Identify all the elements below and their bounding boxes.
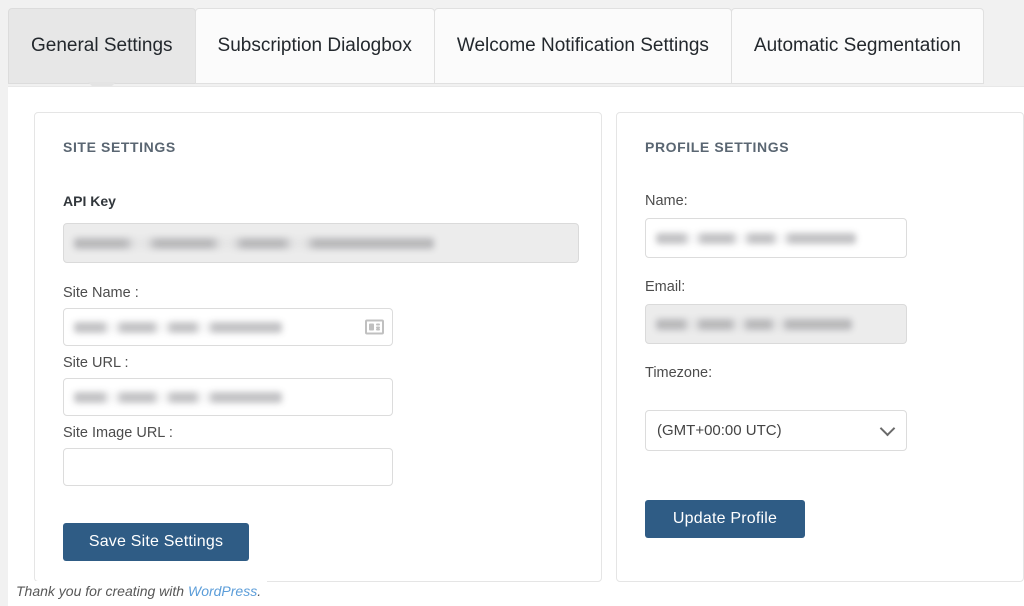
timezone-selected-value: (GMT+00:00 UTC) <box>657 422 782 439</box>
site-name-field-block: Site Name : <box>63 285 579 346</box>
timezone-spacer <box>645 390 1001 410</box>
save-site-settings-button[interactable]: Save Site Settings <box>63 523 249 561</box>
profile-name-label: Name: <box>645 193 1001 209</box>
footer-text-after: . <box>257 583 261 599</box>
profile-email-redacted-value <box>656 319 852 330</box>
site-image-url-label: Site Image URL : <box>63 425 579 441</box>
autofill-contact-card-icon[interactable] <box>365 320 384 335</box>
site-url-input[interactable] <box>63 378 393 416</box>
profile-name-redacted-value <box>656 233 856 244</box>
tab-label: General Settings <box>31 35 173 57</box>
wordpress-link[interactable]: WordPress <box>188 583 257 599</box>
tab-automatic-segmentation[interactable]: Automatic Segmentation <box>731 8 984 84</box>
api-key-redacted-value <box>74 238 434 249</box>
site-settings-title: SITE SETTINGS <box>63 139 579 155</box>
profile-email-label: Email: <box>645 279 1001 295</box>
profile-name-input[interactable] <box>645 218 907 258</box>
profile-email-input[interactable] <box>645 304 907 344</box>
site-url-label: Site URL : <box>63 355 579 371</box>
profile-timezone-label: Timezone: <box>645 365 1001 381</box>
settings-content-area: SITE SETTINGS API Key Site Name : <box>8 86 1024 606</box>
profile-name-field-block: Name: <box>645 193 1001 258</box>
tab-general-settings[interactable]: General Settings <box>8 8 196 84</box>
site-image-url-input[interactable] <box>63 448 393 486</box>
site-url-redacted-value <box>74 392 282 403</box>
site-name-input-wrapper <box>63 308 393 346</box>
api-key-input[interactable] <box>63 223 579 263</box>
profile-timezone-field-block: Timezone: (GMT+00:00 UTC) <box>645 365 1001 451</box>
tab-welcome-notification-settings[interactable]: Welcome Notification Settings <box>434 8 732 84</box>
tab-label: Subscription Dialogbox <box>218 35 412 57</box>
profile-settings-panel: PROFILE SETTINGS Name: Email: Ti <box>616 112 1024 582</box>
tab-label: Welcome Notification Settings <box>457 35 709 57</box>
timezone-select[interactable]: (GMT+00:00 UTC) <box>645 410 907 451</box>
timezone-select-wrapper: (GMT+00:00 UTC) <box>645 410 907 451</box>
site-settings-panel: SITE SETTINGS API Key Site Name : <box>34 112 602 582</box>
site-image-url-field-block: Site Image URL : <box>63 425 579 486</box>
tab-label: Automatic Segmentation <box>754 35 961 57</box>
profile-email-field-block: Email: <box>645 279 1001 344</box>
settings-tab-bar: General Settings Subscription Dialogbox … <box>8 0 1024 86</box>
footer-credit: Thank you for creating with WordPress. <box>8 581 267 601</box>
profile-email-input-wrapper <box>645 304 907 344</box>
api-key-label: API Key <box>63 193 579 209</box>
profile-name-input-wrapper <box>645 218 907 258</box>
site-image-url-input-wrapper <box>63 448 393 486</box>
settings-panels: SITE SETTINGS API Key Site Name : <box>34 112 1024 582</box>
site-name-input[interactable] <box>63 308 393 346</box>
site-name-redacted-value <box>74 322 282 333</box>
footer-text-before: Thank you for creating with <box>16 583 188 599</box>
tab-subscription-dialogbox[interactable]: Subscription Dialogbox <box>195 8 435 84</box>
update-profile-button[interactable]: Update Profile <box>645 500 805 538</box>
site-url-input-wrapper <box>63 378 393 416</box>
profile-settings-title: PROFILE SETTINGS <box>645 139 1001 155</box>
site-name-label: Site Name : <box>63 285 579 301</box>
site-url-field-block: Site URL : <box>63 355 579 416</box>
